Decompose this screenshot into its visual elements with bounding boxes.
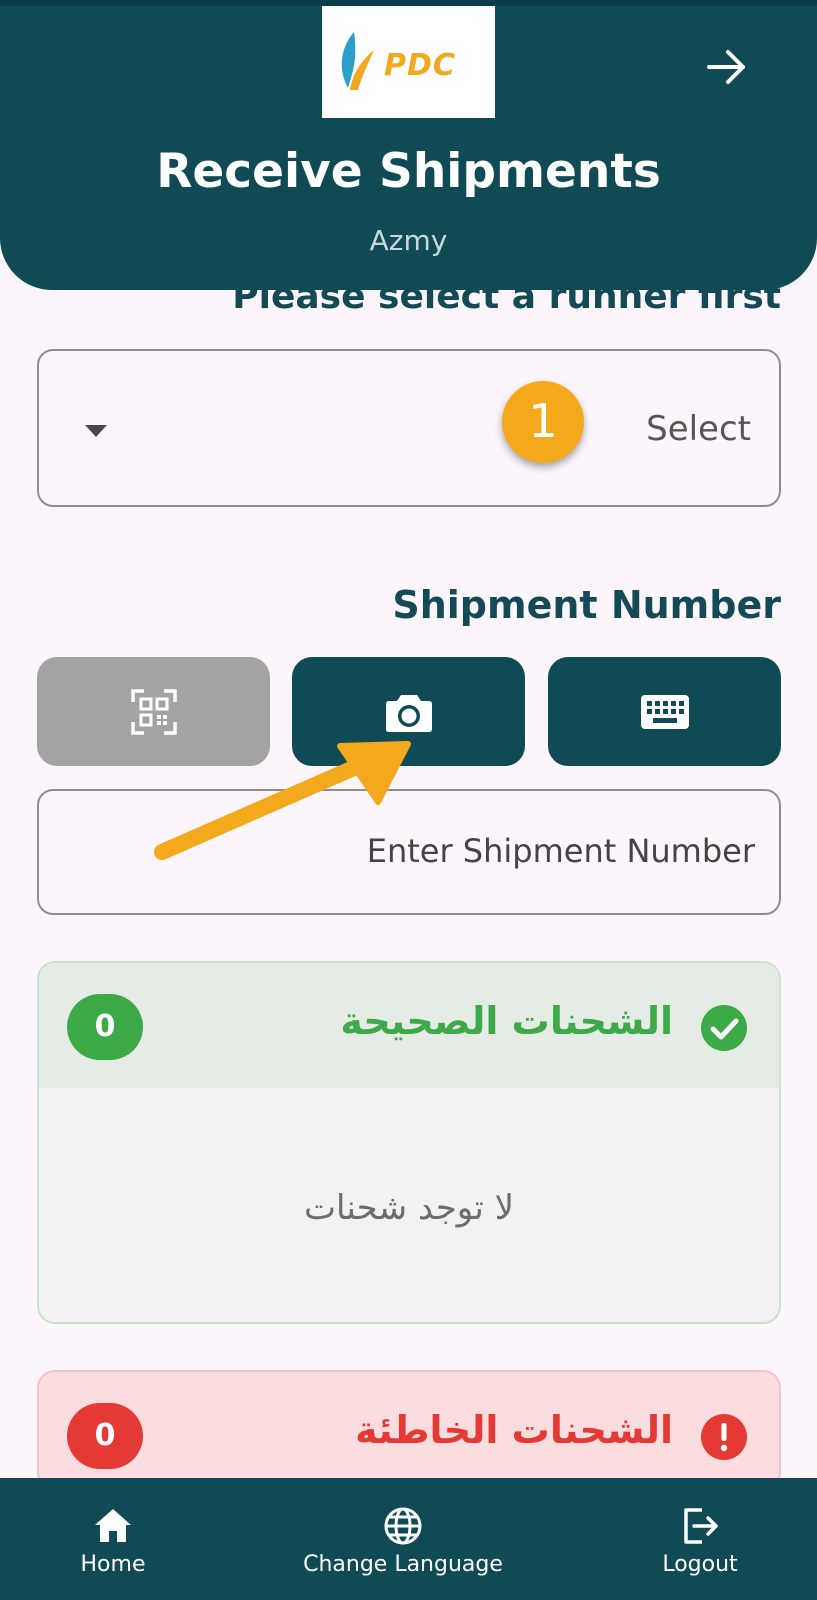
keyboard-icon (640, 694, 689, 729)
logo-leaf-icon (341, 32, 374, 90)
home-icon (95, 1509, 131, 1542)
invalid-count-badge: 0 (67, 1403, 143, 1469)
pdc-logo: PDC (322, 6, 495, 118)
nav-home[interactable]: Home (58, 1478, 168, 1600)
check-circle-icon (701, 1005, 747, 1051)
chevron-down-icon (85, 425, 107, 437)
nav-logout[interactable]: Logout (640, 1478, 760, 1600)
runner-select[interactable]: Select (37, 349, 781, 507)
logo-text: PDC (384, 48, 456, 83)
invalid-shipments-title: الشحنات الخاطئة (355, 1408, 673, 1452)
step-badge: 1 (502, 381, 584, 463)
app-header: PDC Receive Shipments Azmy (0, 6, 817, 290)
keyboard-button[interactable] (548, 657, 781, 766)
camera-icon (385, 694, 432, 732)
nav-change-language[interactable]: Change Language (298, 1478, 508, 1600)
runner-select-value: Select (646, 409, 751, 449)
bottom-navigation: Home Change Language Logout (0, 1478, 817, 1600)
empty-shipments-text: لا توجد شحنات (304, 1188, 514, 1228)
qr-code-icon (130, 688, 177, 735)
shipment-heading: Shipment Number (392, 583, 781, 627)
user-name: Azmy (369, 224, 448, 257)
page-title: Receive Shipments (156, 144, 661, 199)
invalid-shipments-header[interactable]: 0 الشحنات الخاطئة (39, 1372, 779, 1488)
invalid-shipments-card: 0 الشحنات الخاطئة (37, 1370, 781, 1490)
globe-icon (384, 1507, 422, 1545)
valid-count-badge: 0 (67, 994, 143, 1060)
tutorial-arrow-icon (154, 741, 411, 860)
valid-shipments-card: 0 الشحنات الصحيحة لا توجد شحنات (37, 961, 781, 1324)
valid-shipments-header[interactable]: 0 الشحنات الصحيحة (39, 963, 779, 1088)
logout-icon (684, 1508, 718, 1544)
arrow-right-icon[interactable] (706, 46, 748, 88)
alert-circle-icon (701, 1414, 747, 1460)
valid-shipments-title: الشحنات الصحيحة (340, 999, 673, 1043)
nav-logout-label: Logout (662, 1552, 738, 1577)
nav-home-label: Home (80, 1552, 146, 1577)
nav-change-language-label: Change Language (303, 1552, 503, 1577)
